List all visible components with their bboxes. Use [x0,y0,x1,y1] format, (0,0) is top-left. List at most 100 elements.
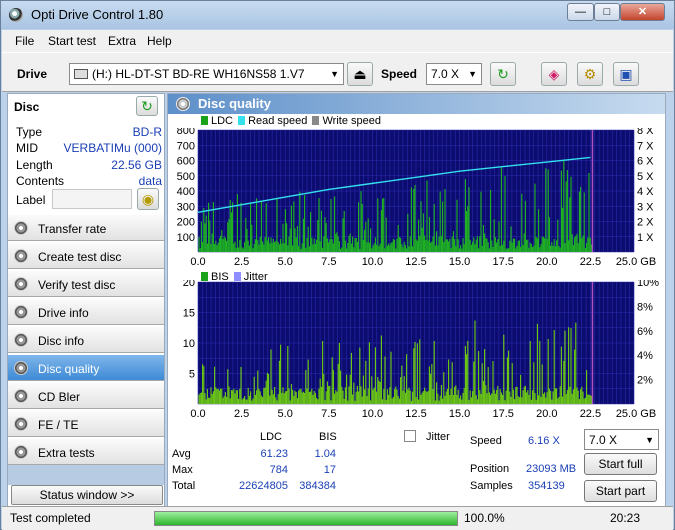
nav-cd-bler[interactable]: CD Bler [8,382,164,409]
drive-label: Drive [17,67,48,81]
info-key: Label [16,193,46,207]
jitter-label: Jitter [426,431,450,443]
nav-label: Verify test disc [38,278,116,292]
status-window-button[interactable]: Status window >> [11,485,163,505]
y-tick-label-right: 8% [637,301,653,313]
settings-button[interactable]: ⚙ [577,62,603,86]
nav-label: Extra tests [38,446,95,460]
avg-ldc: 61.23 [260,448,288,460]
info-key: Contents [16,174,65,188]
save-button[interactable]: ▣ [613,62,639,86]
y-tick-label-left: 15 [183,308,195,320]
refresh-icon: ↻ [497,66,509,82]
samples-value: 354139 [528,480,565,492]
disc-icon [14,389,28,403]
jitter-checkbox[interactable] [404,430,416,442]
speed-label: Speed [381,67,418,81]
max-label: Max [172,464,193,476]
menu-start-test[interactable]: Start test [48,34,96,48]
samples-label: Samples [470,480,513,492]
legend-write-speed: Write speed [322,115,381,127]
erase-button[interactable]: ◈ [541,62,567,86]
y-tick-label-right: 2 X [637,217,654,229]
disc-label-button[interactable]: ◉ [137,188,159,210]
disc-label-input[interactable] [52,189,132,209]
progress-bar [154,511,458,526]
refresh-button[interactable]: ↻ [490,62,516,86]
y-tick-label-left: 600 [177,156,195,168]
menu-help[interactable]: Help [147,34,172,48]
x-tick-label: 17.5 [492,256,513,268]
position-label: Position [470,463,510,475]
legend-swatch [201,116,208,125]
x-tick-label: 25.0 GB [616,408,656,420]
nav-extra-tests[interactable]: Extra tests [8,438,164,465]
y-tick-label-left: 800 [177,128,195,137]
menu-file[interactable]: File [15,34,34,48]
nav-verify-test-disc[interactable]: Verify test disc [8,270,164,297]
disc-icon [14,361,28,375]
close-button[interactable]: ✕ [620,3,665,21]
position-value: 23093 MB [526,463,577,475]
title-bar: Opti Drive Control 1.80 — □ ✕ [1,1,674,29]
nav-fe-te[interactable]: FE / TE [8,410,164,437]
test-speed-select[interactable]: 7.0 X ▼ [584,429,659,450]
x-tick-label: 22.5 [580,256,601,268]
panel-title: Disc quality [198,96,271,111]
x-tick-label: 22.5 [580,408,601,420]
nav-label: CD Bler [38,390,81,404]
drive-select-value: (H:) HL-DT-ST BD-RE WH16NS58 1.V7 [92,67,305,81]
disc-icon [14,249,28,263]
info-key: MID [16,141,38,155]
x-tick-label: 2.5 [234,408,249,420]
max-bis: 17 [323,464,336,476]
x-tick-label: 7.5 [321,256,336,268]
legend-read-speed: Read speed [248,115,308,127]
x-tick-label: 2.5 [234,256,249,268]
y-tick-label-left: 5 [189,369,195,381]
nav-transfer-rate[interactable]: Transfer rate [8,214,164,241]
disc-icon [14,445,28,459]
y-tick-label-left: 300 [177,201,195,213]
nav-disc-info[interactable]: Disc info [8,326,164,353]
eject-button[interactable]: ⏏ [347,62,373,86]
x-tick-label: 0.0 [190,256,205,268]
nav-spacer [8,465,164,485]
disc-refresh-button[interactable]: ↻ [136,96,158,116]
test-speed-value: 7.0 X [589,433,618,447]
x-tick-label: 12.5 [405,256,426,268]
y-tick-label-right: 1 X [637,232,654,244]
nav-create-test-disc[interactable]: Create test disc [8,242,164,269]
disc-icon [14,305,28,319]
panel-title-bar: Disc quality [168,94,665,114]
avg-label: Avg [172,448,191,460]
info-value: VERBATIMu (000) [63,141,162,155]
window-title: Opti Drive Control 1.80 [31,7,164,22]
nav-label: FE / TE [38,418,79,432]
legend-ldc: LDC [211,115,234,127]
minimize-button[interactable]: — [567,3,594,21]
disc-type-row: Type BD-R [16,125,162,141]
total-bis: 384384 [299,480,336,492]
menu-bar: File Start test Extra Help [2,30,673,52]
speed-select[interactable]: 7.0 X ▼ [426,63,482,85]
info-key: Type [16,125,43,139]
speed-stat-label: Speed [470,435,502,447]
y-tick-label-left: 400 [177,186,195,198]
nav-disc-quality[interactable]: Disc quality [8,354,164,381]
legend-swatch [312,116,320,125]
disc-icon [14,277,28,291]
x-tick-label: 5.0 [278,256,293,268]
total-ldc: 22624805 [239,480,288,492]
y-tick-label-right: 8 X [637,128,654,137]
maximize-button[interactable]: □ [594,3,620,21]
info-value: BD-R [132,125,162,139]
status-bar: Test completed 100.0% 20:23 [2,506,673,530]
y-tick-label-left: 100 [177,232,195,244]
start-full-button[interactable]: Start full [584,453,657,475]
menu-extra[interactable]: Extra [108,34,136,48]
nav-drive-info[interactable]: Drive info [8,298,164,325]
start-part-button[interactable]: Start part [584,480,657,502]
y-tick-label-right: 6 X [637,156,654,168]
drive-select[interactable]: (H:) HL-DT-ST BD-RE WH16NS58 1.V7 ▼ [69,63,344,85]
